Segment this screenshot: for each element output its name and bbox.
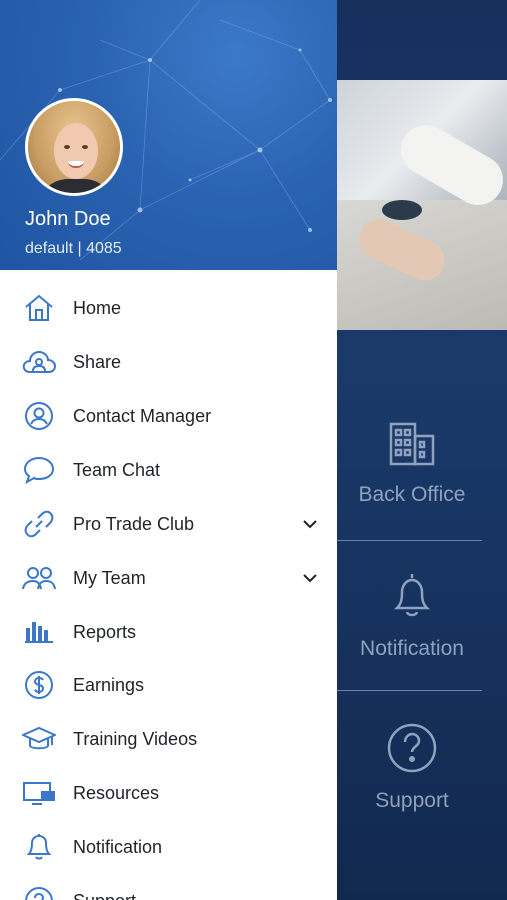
help-icon bbox=[387, 723, 437, 773]
menu-item-reports[interactable]: Reports bbox=[0, 605, 337, 659]
menu-label: Training Videos bbox=[73, 728, 198, 749]
menu-label: Resources bbox=[73, 782, 160, 803]
menu-label: Home bbox=[73, 297, 122, 318]
building-icon bbox=[389, 422, 435, 466]
help-icon bbox=[22, 884, 56, 900]
bg-support-button[interactable]: Support bbox=[337, 722, 487, 813]
avatar[interactable] bbox=[25, 98, 123, 196]
bg-support-label: Support bbox=[375, 789, 449, 812]
team-icon bbox=[22, 561, 56, 595]
bg-notification-label: Notification bbox=[360, 637, 464, 660]
link-icon bbox=[22, 507, 56, 541]
office-photo bbox=[337, 80, 507, 330]
bg-notification-button[interactable]: Notification bbox=[337, 570, 487, 661]
cloud-share-icon bbox=[22, 345, 56, 379]
menu-label: Share bbox=[73, 351, 122, 372]
chat-bubble-icon bbox=[22, 453, 56, 487]
menu-label: Notification bbox=[73, 836, 163, 857]
contact-icon bbox=[22, 399, 56, 433]
menu-label: Contact Manager bbox=[73, 405, 212, 426]
menu-item-resources[interactable]: Resources bbox=[0, 766, 337, 820]
home-icon bbox=[22, 291, 56, 325]
bell-icon bbox=[393, 574, 431, 617]
menu-item-team-chat[interactable]: Team Chat bbox=[0, 443, 337, 497]
menu-item-earnings[interactable]: Earnings bbox=[0, 658, 337, 712]
menu-item-support[interactable]: Support bbox=[0, 874, 337, 900]
menu-label: My Team bbox=[73, 567, 146, 588]
menu-label: Support bbox=[73, 891, 136, 900]
menu-item-pro-trade-club[interactable]: Pro Trade Club bbox=[0, 497, 337, 551]
monitor-icon bbox=[22, 776, 56, 810]
chevron-down-icon[interactable] bbox=[301, 569, 319, 587]
user-subtitle: default | 4085 bbox=[25, 240, 122, 257]
bg-back-office-label: Back Office bbox=[358, 483, 466, 506]
chevron-down-icon[interactable] bbox=[301, 515, 319, 533]
bar-chart-icon bbox=[22, 615, 56, 649]
menu-item-my-team[interactable]: My Team bbox=[0, 551, 337, 605]
menu-label: Reports bbox=[73, 621, 137, 642]
menu-item-share[interactable]: Share bbox=[0, 335, 337, 389]
divider bbox=[337, 540, 482, 541]
bg-back-office-button[interactable]: Back Office bbox=[337, 420, 487, 507]
menu-item-notification[interactable]: Notification bbox=[0, 820, 337, 874]
menu-label: Pro Trade Club bbox=[73, 513, 195, 534]
divider bbox=[337, 690, 482, 691]
drawer-header: John Doe default | 4085 bbox=[0, 0, 337, 270]
menu-item-home[interactable]: Home bbox=[0, 281, 337, 335]
menu-item-contact-manager[interactable]: Contact Manager bbox=[0, 389, 337, 443]
user-name: John Doe bbox=[25, 208, 111, 230]
menu-item-training-videos[interactable]: Training Videos bbox=[0, 712, 337, 766]
menu-label: Team Chat bbox=[73, 459, 161, 480]
graduation-cap-icon bbox=[22, 722, 56, 756]
navigation-drawer: John Doe default | 4085 Home Share Conta… bbox=[0, 0, 337, 900]
dollar-icon bbox=[22, 668, 56, 702]
menu-label: Earnings bbox=[73, 674, 145, 695]
bell-icon bbox=[22, 830, 56, 864]
